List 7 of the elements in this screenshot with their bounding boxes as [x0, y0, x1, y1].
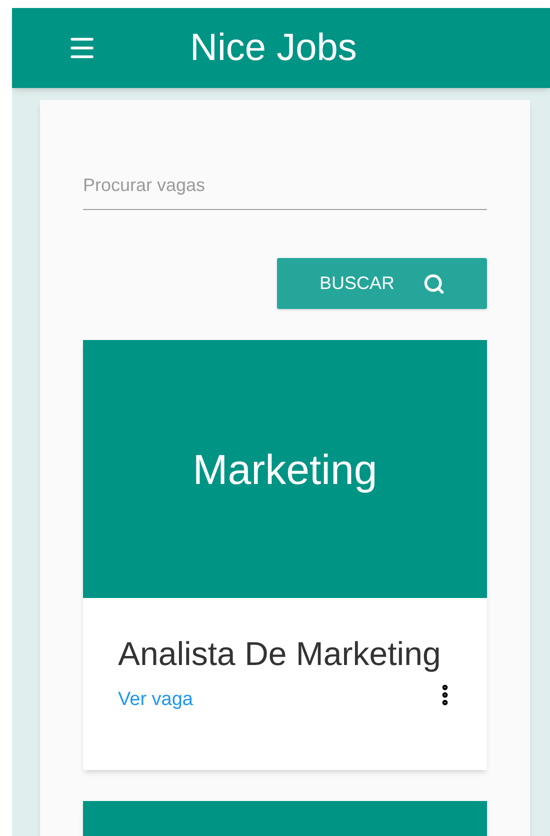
search-button[interactable]: BUSCAR — [277, 258, 487, 309]
search-icon — [422, 272, 444, 294]
app-title: Nice Jobs — [190, 29, 357, 67]
job-title: Analista De Marketing — [118, 634, 442, 674]
view-job-link[interactable]: Ver vaga — [118, 686, 193, 714]
job-category: Marketing — [192, 444, 378, 495]
search-field[interactable]: Procurar vagas — [83, 162, 487, 210]
